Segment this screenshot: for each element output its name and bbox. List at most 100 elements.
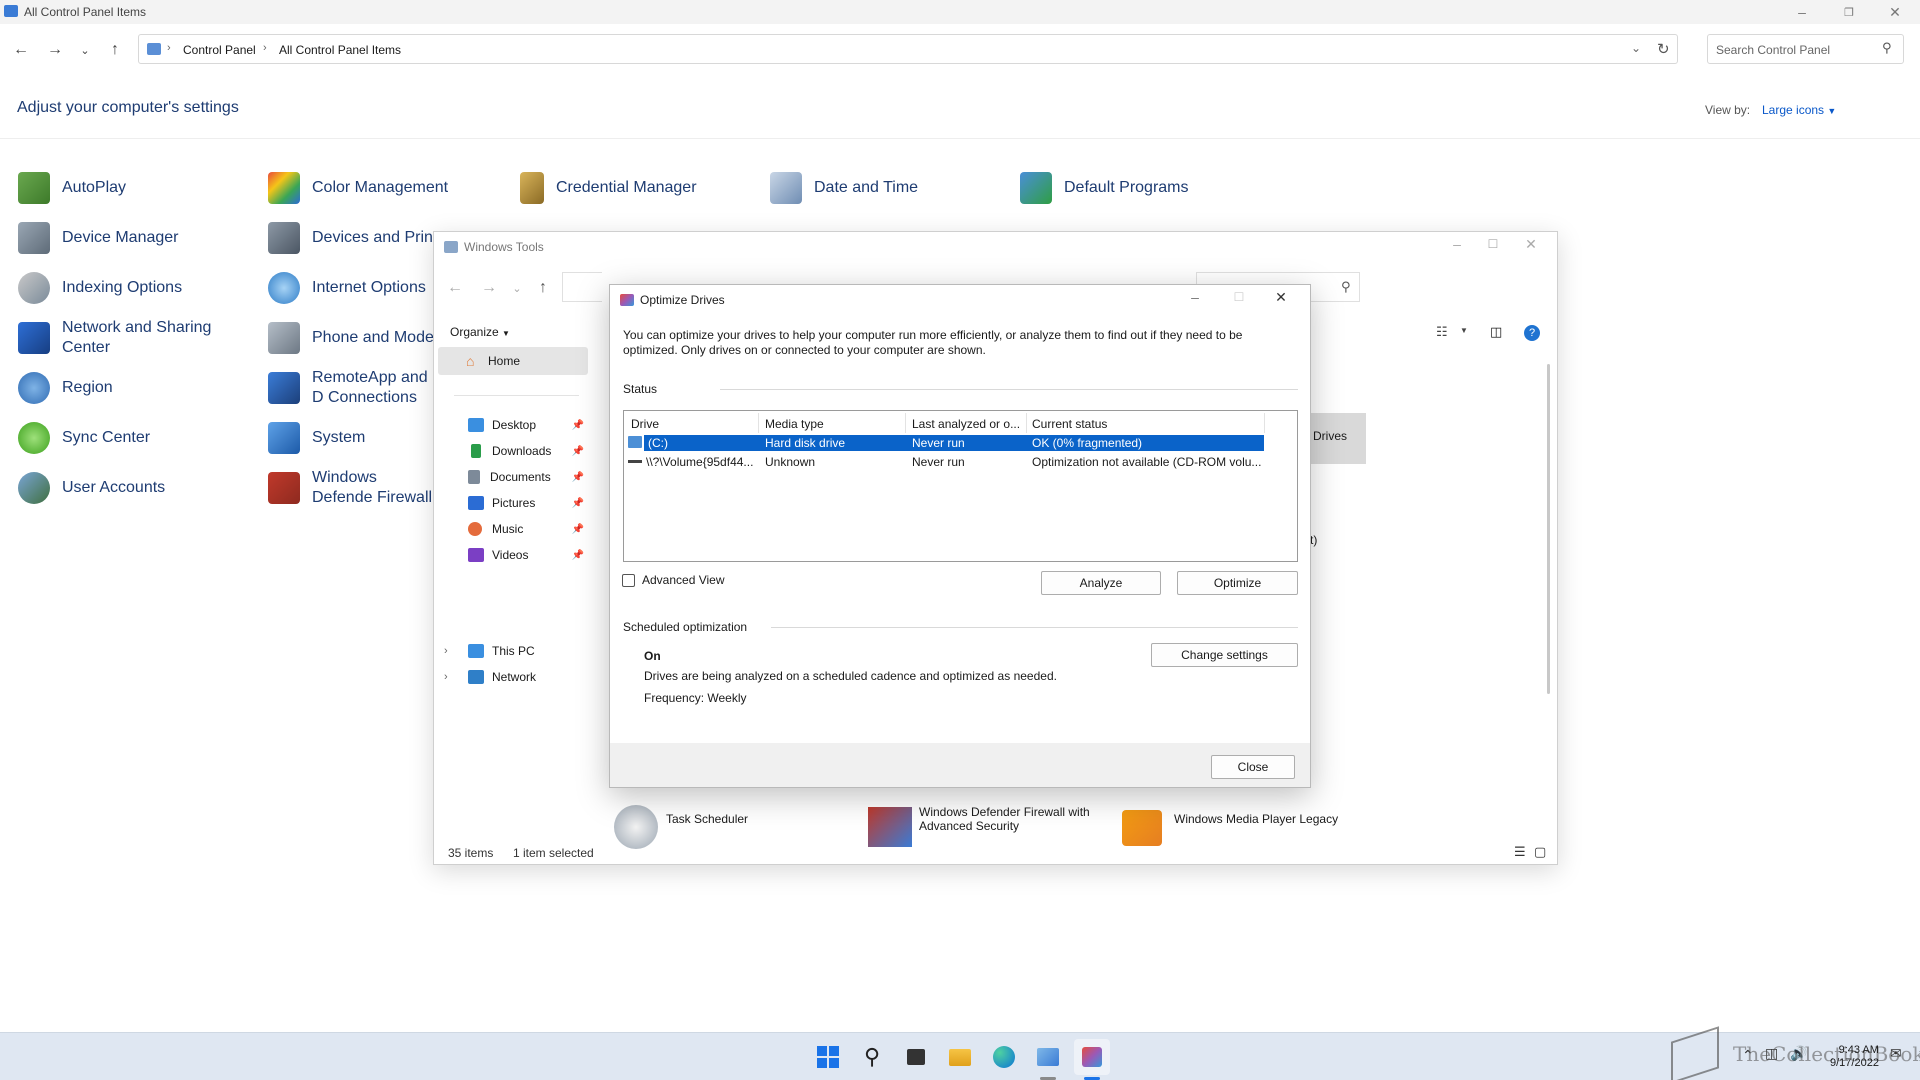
edge-icon[interactable] (986, 1039, 1022, 1075)
item-task-scheduler[interactable]: Task Scheduler (666, 812, 748, 826)
nav-item-downloads[interactable]: Downloads 📌 (434, 438, 592, 464)
search-icon[interactable]: ⚲ (854, 1039, 890, 1075)
breadcrumb-control-panel[interactable]: Control Panel (183, 43, 256, 57)
cp-item-region[interactable]: Region (18, 372, 113, 404)
pin-icon[interactable]: 📌 (572, 420, 584, 431)
large-icons-view-icon[interactable]: ▢ (1534, 844, 1546, 860)
chevron-down-icon[interactable]: ⌄ (1631, 41, 1641, 55)
cp-item-autoplay[interactable]: AutoPlay (18, 172, 126, 204)
cp-item-indexing-options[interactable]: Indexing Options (18, 272, 182, 304)
close-dialog-button[interactable]: Close (1211, 755, 1295, 779)
advanced-view-checkbox[interactable] (622, 574, 635, 587)
column-separator[interactable] (758, 413, 759, 433)
control-panel-taskbar-icon[interactable] (1030, 1039, 1066, 1075)
back-button[interactable]: ← (442, 275, 468, 301)
chevron-right-icon[interactable]: › (444, 671, 468, 683)
item-media-player[interactable]: Windows Media Player Legacy (1174, 812, 1338, 826)
analyze-button[interactable]: Analyze (1041, 571, 1161, 595)
close-button[interactable]: ✕ (1880, 0, 1910, 24)
close-button[interactable]: ✕ (1516, 232, 1546, 256)
optimize-button[interactable]: Optimize (1177, 571, 1298, 595)
column-separator[interactable] (1264, 413, 1265, 433)
search-box[interactable]: Search Control Panel ⚲ (1707, 34, 1904, 64)
table-row[interactable]: (C:) Hard disk drive Never run OK (0% fr… (624, 435, 1264, 451)
pin-icon[interactable]: 📌 (572, 446, 584, 457)
forward-button[interactable]: → (476, 275, 502, 301)
pin-icon[interactable]: 📌 (572, 498, 584, 509)
nav-item-label: Documents (490, 470, 551, 484)
details-pane-icon[interactable]: ◫ (1490, 324, 1502, 340)
item-firewall-advanced[interactable]: Windows Defender Firewall with Advanced … (919, 805, 1099, 833)
change-settings-button[interactable]: Change settings (1151, 643, 1298, 667)
cp-item-device-manager[interactable]: Device Manager (18, 222, 179, 254)
nav-item-this-pc[interactable]: › This PC (434, 638, 592, 664)
cp-item-internet-options[interactable]: Internet Options (268, 272, 426, 304)
up-button[interactable]: ↑ (102, 37, 128, 63)
item-count: 35 items (448, 846, 494, 860)
cp-item-remoteapp[interactable]: RemoteApp and D Connections (268, 368, 440, 408)
nav-item-music[interactable]: Music 📌 (434, 516, 592, 542)
minimize-button[interactable]: – (1442, 232, 1472, 256)
nav-item-videos[interactable]: Videos 📌 (434, 542, 592, 568)
column-separator[interactable] (905, 413, 906, 433)
cp-item-user-accounts[interactable]: User Accounts (18, 472, 165, 504)
close-button[interactable]: ✕ (1266, 285, 1296, 309)
chevron-right-icon[interactable]: › (444, 645, 468, 657)
column-header-drive[interactable]: Drive (631, 417, 659, 431)
up-button[interactable]: ↑ (530, 275, 556, 301)
cp-item-firewall[interactable]: Windows Defende Firewall (268, 468, 440, 508)
nav-item-network[interactable]: › Network (434, 664, 592, 690)
recent-locations-button[interactable]: ⌄ (504, 275, 530, 301)
cp-item-sync-center[interactable]: Sync Center (18, 422, 150, 454)
file-explorer-icon[interactable] (942, 1039, 978, 1075)
pin-icon[interactable]: 📌 (572, 550, 584, 561)
nav-item-pictures[interactable]: Pictures 📌 (434, 490, 592, 516)
pin-icon[interactable]: 📌 (572, 524, 584, 535)
cp-item-devices-printers[interactable]: Devices and Print (268, 222, 437, 254)
breadcrumb-all-items[interactable]: All Control Panel Items (279, 43, 401, 57)
help-icon[interactable]: ? (1524, 325, 1540, 341)
search-icon[interactable]: ⚲ (1341, 279, 1351, 295)
nav-home[interactable]: ⌂ Home (438, 347, 588, 375)
pin-icon[interactable]: 📌 (572, 472, 584, 483)
recent-locations-button[interactable]: ⌄ (72, 37, 98, 63)
address-bar[interactable] (562, 272, 602, 302)
cp-item-credential-manager[interactable]: Credential Manager (520, 172, 697, 204)
maximize-button[interactable]: ☐ (1478, 232, 1508, 256)
nav-item-documents[interactable]: Documents 📌 (434, 464, 592, 490)
start-button[interactable] (810, 1039, 846, 1075)
details-view-icon[interactable]: ☰ (1514, 844, 1526, 860)
chevron-right-icon: › (167, 42, 171, 54)
scrollbar[interactable] (1547, 364, 1550, 694)
column-separator[interactable] (1026, 413, 1027, 433)
back-button[interactable]: ← (8, 37, 34, 63)
restore-button[interactable]: ❐ (1834, 0, 1864, 24)
cp-item-phone-modem[interactable]: Phone and Moder (268, 322, 439, 354)
minimize-button[interactable]: – (1180, 285, 1210, 309)
cp-item-network-sharing[interactable]: Network and Sharing Center (18, 318, 232, 358)
search-icon[interactable]: ⚲ (1882, 40, 1892, 56)
advanced-view-label[interactable]: Advanced View (642, 573, 725, 587)
view-by-dropdown[interactable]: Large icons ▼ (1762, 103, 1836, 117)
nav-item-desktop[interactable]: Desktop 📌 (434, 412, 592, 438)
refresh-icon[interactable]: ↻ (1657, 40, 1670, 58)
cp-item-date-time[interactable]: Date and Time (770, 172, 918, 204)
cp-item-color-management[interactable]: Color Management (268, 172, 448, 204)
view-icon[interactable]: ☷ (1436, 324, 1448, 340)
optimize-drives-taskbar-icon[interactable] (1074, 1039, 1110, 1075)
organize-menu[interactable]: Organize ▼ (450, 325, 510, 339)
cp-item-system[interactable]: System (268, 422, 365, 454)
cp-item-default-programs[interactable]: Default Programs (1020, 172, 1189, 204)
column-header-last-analyzed[interactable]: Last analyzed or o... (912, 417, 1020, 431)
table-row[interactable]: \\?\Volume{95df44... Unknown Never run O… (624, 454, 1264, 470)
selected-item-drives[interactable]: Drives (1310, 413, 1366, 464)
task-view-icon[interactable] (898, 1039, 934, 1075)
forward-button[interactable]: → (42, 37, 68, 63)
caret-down-icon[interactable]: ▼ (1460, 326, 1468, 335)
column-header-media-type[interactable]: Media type (765, 417, 824, 431)
minimize-button[interactable]: – (1787, 0, 1817, 24)
address-bar[interactable]: › Control Panel › All Control Panel Item… (138, 34, 1678, 64)
column-header-current-status[interactable]: Current status (1032, 417, 1107, 431)
clock[interactable]: 9:43 AM 9/17/2022 (1830, 1044, 1879, 1070)
search-input[interactable]: Search Control Panel (1716, 43, 1830, 57)
